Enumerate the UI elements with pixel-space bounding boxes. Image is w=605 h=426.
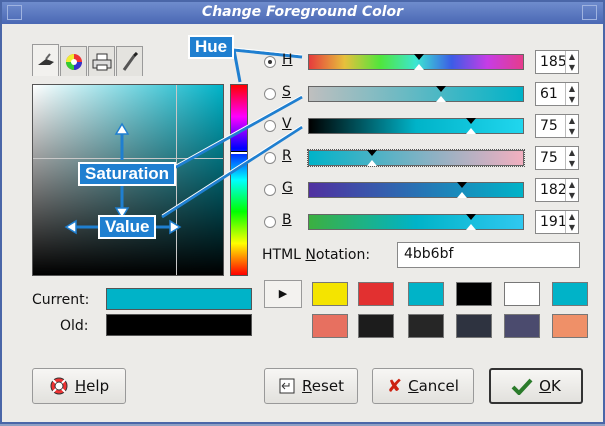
slider-marker — [457, 192, 467, 198]
spin-h[interactable]: 185 ▲ ▼ — [535, 50, 579, 74]
slider-marker — [414, 64, 424, 70]
slider-r[interactable] — [307, 149, 525, 167]
channel-label-b: B — [282, 212, 292, 228]
history-swatch[interactable] — [504, 282, 540, 306]
slider-marker — [436, 86, 446, 92]
spin-s[interactable]: 61 ▲ ▼ — [535, 82, 579, 106]
radio-r[interactable] — [264, 152, 276, 164]
current-label: Current: — [32, 292, 90, 308]
spin-value: 61 — [540, 86, 558, 102]
old-label: Old: — [60, 318, 89, 334]
history-swatch[interactable] — [456, 314, 492, 338]
old-color-swatch — [106, 314, 252, 336]
ok-label: OK — [539, 377, 561, 395]
lifebuoy-icon — [50, 377, 68, 395]
color-dialog: Change Foreground Color Hue Saturation V… — [0, 0, 605, 424]
slider-marker — [414, 54, 424, 60]
slider-marker — [466, 224, 476, 230]
ok-mnemonic: O — [539, 377, 551, 395]
ok-checkmark-icon — [511, 378, 533, 395]
reset-button[interactable]: Reset — [264, 368, 358, 404]
reset-icon — [279, 378, 295, 394]
radio-b[interactable] — [264, 216, 276, 228]
history-swatch[interactable] — [504, 314, 540, 338]
channel-label-g: G — [282, 180, 293, 196]
play-icon: ▶ — [278, 287, 288, 300]
help-button[interactable]: Help — [32, 368, 126, 404]
slider-marker — [466, 118, 476, 124]
spin-b[interactable]: 191 ▲ ▼ — [535, 210, 579, 234]
slider-s[interactable] — [308, 86, 524, 102]
spin-r[interactable]: 75 ▲ ▼ — [535, 146, 579, 170]
spin-arrows[interactable]: ▲ ▼ — [565, 83, 578, 105]
spin-value: 182 — [540, 182, 567, 198]
spin-arrows[interactable]: ▲ ▼ — [565, 51, 578, 73]
radio-v[interactable] — [264, 120, 276, 132]
slider-v[interactable] — [308, 118, 524, 134]
reset-label-rest: eset — [311, 377, 344, 395]
ok-label-rest: K — [550, 377, 561, 395]
history-swatch[interactable] — [312, 282, 348, 306]
radio-g[interactable] — [264, 184, 276, 196]
history-swatch[interactable] — [408, 314, 444, 338]
radio-s[interactable] — [264, 88, 276, 100]
history-swatch[interactable] — [312, 314, 348, 338]
history-swatch[interactable] — [552, 282, 588, 306]
spin-value: 75 — [540, 150, 558, 166]
slider-marker — [367, 160, 377, 166]
slider-g[interactable] — [308, 182, 524, 198]
help-mnemonic: H — [74, 377, 87, 395]
spin-arrows[interactable]: ▲ ▼ — [565, 115, 578, 137]
reset-mnemonic: R — [302, 377, 312, 395]
spin-arrows[interactable]: ▲ ▼ — [565, 147, 578, 169]
spin-value: 75 — [540, 118, 558, 134]
html-notation-label-mnemonic: N — [305, 247, 316, 263]
html-notation-label: HTML Notation: — [262, 247, 370, 263]
ok-button[interactable]: OK — [489, 368, 583, 404]
help-label-rest: elp — [86, 377, 110, 395]
value-callout: Value — [98, 215, 157, 239]
cancel-button[interactable]: ✘ Cancel — [372, 368, 474, 404]
channel-label-s: S — [282, 84, 291, 100]
cancel-label-rest: ancel — [418, 377, 459, 395]
channel-label-v: V — [282, 116, 292, 132]
cancel-mnemonic: C — [408, 377, 419, 395]
history-swatch[interactable] — [552, 314, 588, 338]
slider-marker — [436, 96, 446, 102]
slider-marker — [466, 128, 476, 134]
spin-arrows[interactable]: ▲ ▼ — [565, 179, 578, 201]
help-label: Help — [75, 377, 109, 395]
slider-marker — [466, 214, 476, 220]
spin-value: 185 — [540, 54, 567, 70]
spin-v[interactable]: 75 ▲ ▼ — [535, 114, 579, 138]
slider-marker — [367, 150, 377, 156]
channel-label-r: R — [282, 148, 292, 164]
html-notation-input[interactable]: 4bb6bf — [397, 242, 580, 268]
html-notation-label-post: otation: — [315, 247, 371, 263]
spin-value: 191 — [540, 214, 567, 230]
cancel-label: Cancel — [408, 377, 459, 395]
spin-arrows[interactable]: ▲ ▼ — [565, 211, 578, 233]
cancel-x-icon: ✘ — [387, 375, 403, 397]
history-swatch[interactable] — [456, 282, 492, 306]
channel-label-h: H — [282, 52, 293, 68]
html-notation-label-pre: HTML — [262, 247, 306, 263]
reset-label: Reset — [302, 377, 344, 395]
current-color-swatch — [106, 288, 252, 310]
history-swatch[interactable] — [408, 282, 444, 306]
slider-h[interactable] — [308, 54, 524, 70]
radio-h[interactable] — [264, 56, 276, 68]
history-expander-button[interactable]: ▶ — [264, 280, 302, 308]
saturation-callout: Saturation — [78, 162, 177, 186]
history-swatch[interactable] — [358, 314, 394, 338]
history-swatch[interactable] — [358, 282, 394, 306]
spin-g[interactable]: 182 ▲ ▼ — [535, 178, 579, 202]
hue-callout: Hue — [188, 35, 235, 59]
slider-marker — [457, 182, 467, 188]
slider-b[interactable] — [308, 214, 524, 230]
